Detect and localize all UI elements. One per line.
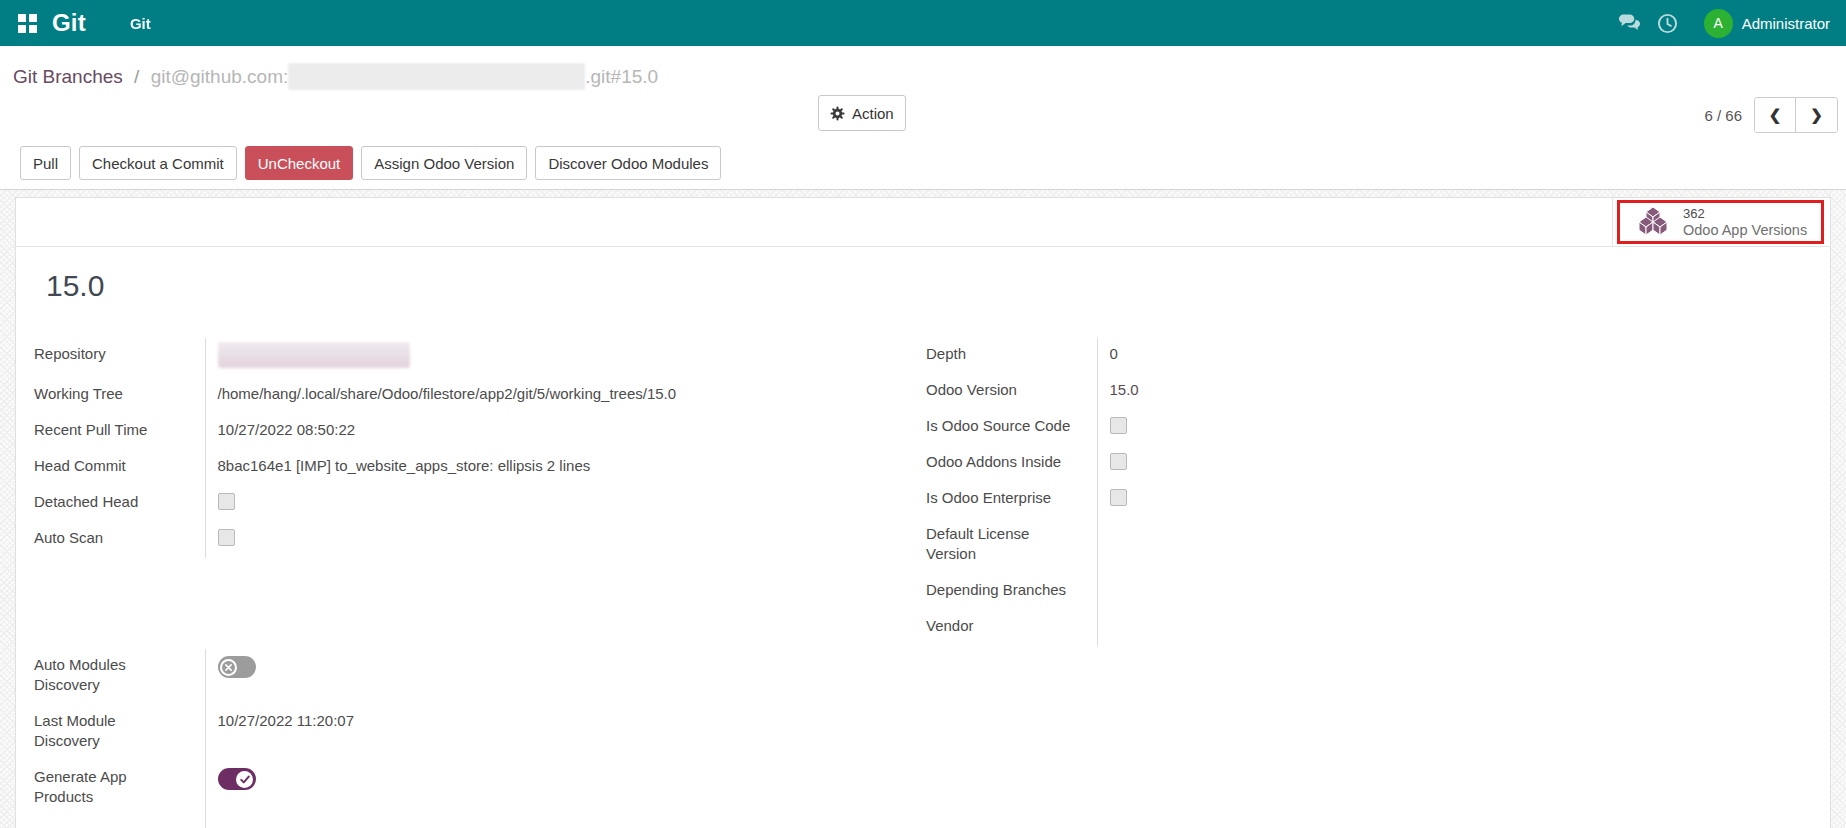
field-value: 10/27/2022 11:20:07 <box>205 705 905 761</box>
breadcrumb: Git Branches / git@github.com: .git#15.0 <box>13 63 658 90</box>
field-row-odoo-version: Odoo Version 15.0 <box>926 374 1797 410</box>
field-row-recent-pull-time: Recent Pull Time 10/27/2022 08:50:22 <box>34 414 905 450</box>
field-row-working-tree: Working Tree /home/hang/.local/share/Odo… <box>34 378 905 414</box>
auto-scan-checkbox[interactable] <box>218 529 235 546</box>
bottom-left-field-group: Auto Modules Discovery Last M <box>34 649 905 828</box>
left-field-group: Repository Working Tree /home/hang/.loca… <box>34 338 905 558</box>
stat-label: Odoo App Versions <box>1683 222 1807 239</box>
field-label: Head Commit <box>34 450 205 486</box>
field-row-depth: Depth 0 <box>926 338 1797 374</box>
assign-odoo-version-button[interactable]: Assign Odoo Version <box>361 146 527 180</box>
odoo-app-versions-stat-button[interactable]: 362 Odoo App Versions <box>1612 198 1830 246</box>
control-panel: Git Branches / git@github.com:.git#15.0 … <box>0 46 1846 190</box>
field-label: Depending Branches <box>926 574 1097 610</box>
field-label: Auto Scan <box>34 522 205 558</box>
pager-next-button[interactable]: ❯ <box>1796 98 1837 132</box>
gear-icon <box>830 106 845 121</box>
field-value: /home/hang/.local/share/Odoo/filestore/a… <box>205 378 905 414</box>
field-row-vendor: Vendor <box>926 610 1797 646</box>
user-name[interactable]: Administrator <box>1742 15 1830 32</box>
field-value <box>1097 574 1797 610</box>
field-row-generate-app-products: Generate App Products <box>34 761 905 828</box>
messages-icon[interactable] <box>1618 13 1641 33</box>
field-label: Odoo Addons Inside <box>926 446 1097 482</box>
chevron-left-icon: ❮ <box>1769 106 1782 124</box>
field-value: 0 <box>1097 338 1797 374</box>
field-value-odoo-version[interactable]: 15.0 <box>1097 374 1797 410</box>
detached-head-checkbox[interactable] <box>218 493 235 510</box>
field-label: Is Odoo Source Code <box>926 410 1097 446</box>
is-odoo-enterprise-checkbox[interactable] <box>1110 489 1127 506</box>
stat-value: 362 <box>1683 206 1807 222</box>
is-odoo-source-code-checkbox[interactable] <box>1110 417 1127 434</box>
field-value: 10/27/2022 08:50:22 <box>205 414 905 450</box>
field-row-head-commit: Head Commit 8bac164e1 [IMP] to_website_a… <box>34 450 905 486</box>
record-title: 15.0 <box>46 269 104 303</box>
field-label: Generate App Products <box>34 761 205 828</box>
field-row-last-module-discovery: Last Module Discovery 10/27/2022 11:20:0… <box>34 705 905 761</box>
discover-odoo-modules-button[interactable]: Discover Odoo Modules <box>535 146 721 180</box>
form-sheet: 362 Odoo App Versions 15.0 Repository Wo… <box>15 197 1831 828</box>
action-label: Action <box>852 105 894 122</box>
field-label: Depth <box>926 338 1097 374</box>
form-view-background: 362 Odoo App Versions 15.0 Repository Wo… <box>0 190 1846 828</box>
field-label: Default License Version <box>926 518 1097 574</box>
field-label: Is Odoo Enterprise <box>926 482 1097 518</box>
toggle-check-icon <box>240 775 250 784</box>
redacted-repository-value <box>218 342 410 368</box>
field-label: Repository <box>34 338 205 378</box>
apps-menu-icon[interactable] <box>18 14 37 33</box>
app-brand[interactable]: Git <box>52 9 86 37</box>
pager-count: 6 / 66 <box>1704 107 1742 124</box>
button-box: 362 Odoo App Versions <box>16 198 1830 247</box>
field-label: Recent Pull Time <box>34 414 205 450</box>
field-value <box>1097 518 1797 574</box>
pager-previous-button[interactable]: ❮ <box>1755 98 1796 132</box>
field-row-repository: Repository <box>34 338 905 378</box>
uncheckout-button[interactable]: UnCheckout <box>245 146 354 180</box>
field-row-detached-head: Detached Head <box>34 486 905 522</box>
user-avatar[interactable]: A <box>1704 9 1733 38</box>
field-label: Last Module Discovery <box>34 705 205 761</box>
top-navbar: Git Git A Administrator <box>0 0 1846 46</box>
field-value <box>1097 610 1797 646</box>
generate-app-products-toggle[interactable] <box>218 768 256 790</box>
action-menu-button[interactable]: Action <box>818 95 906 131</box>
field-label: Detached Head <box>34 486 205 522</box>
field-value: 8bac164e1 [IMP] to_website_apps_store: e… <box>205 450 905 486</box>
nav-menu-git[interactable]: Git <box>130 15 151 32</box>
field-row-is-odoo-source-code: Is Odoo Source Code <box>926 410 1797 446</box>
field-row-auto-modules-discovery: Auto Modules Discovery <box>34 649 905 705</box>
field-row-is-odoo-enterprise: Is Odoo Enterprise <box>926 482 1797 518</box>
toggle-x-icon <box>225 664 232 671</box>
redacted-repo-name <box>288 63 585 90</box>
statusbar: Pull Checkout a Commit UnCheckout Assign… <box>0 137 1846 189</box>
breadcrumb-link[interactable]: Git Branches <box>13 66 123 87</box>
pager: 6 / 66 ❮ ❯ <box>1704 97 1838 133</box>
pull-button[interactable]: Pull <box>20 146 71 180</box>
breadcrumb-separator: / <box>134 66 139 87</box>
field-row-depending-branches: Depending Branches <box>926 574 1797 610</box>
field-label: Working Tree <box>34 378 205 414</box>
breadcrumb-current-prefix: git@github.com: <box>151 66 289 87</box>
auto-modules-discovery-toggle[interactable] <box>218 656 256 678</box>
chevron-right-icon: ❯ <box>1810 106 1823 124</box>
field-row-odoo-addons-inside: Odoo Addons Inside <box>926 446 1797 482</box>
breadcrumb-current-suffix: .git#15.0 <box>585 66 658 87</box>
checkout-a-commit-button[interactable]: Checkout a Commit <box>79 146 237 180</box>
field-label: Vendor <box>926 610 1097 646</box>
odoo-addons-inside-checkbox[interactable] <box>1110 453 1127 470</box>
activities-icon[interactable] <box>1657 13 1678 34</box>
field-label: Odoo Version <box>926 374 1097 410</box>
right-field-group: Depth 0 Odoo Version 15.0 Is Odoo Source… <box>926 338 1797 646</box>
cubes-icon <box>1637 207 1669 237</box>
field-label: Auto Modules Discovery <box>34 649 205 705</box>
field-row-auto-scan: Auto Scan <box>34 522 905 558</box>
field-row-default-license-version: Default License Version <box>926 518 1797 574</box>
